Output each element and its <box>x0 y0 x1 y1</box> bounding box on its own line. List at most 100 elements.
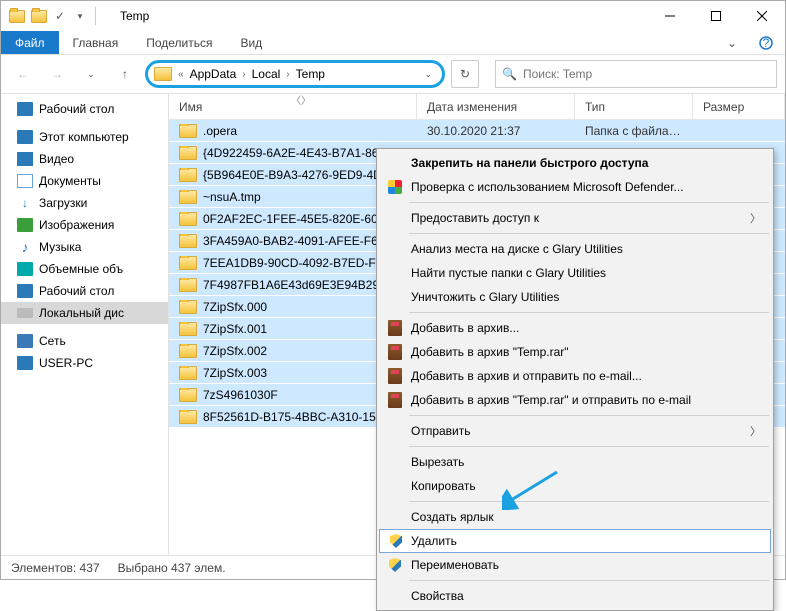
tab-share[interactable]: Поделиться <box>132 31 226 54</box>
3d-icon <box>17 262 33 276</box>
navigation-tree[interactable]: Рабочий стол Этот компьютер Видео Докуме… <box>1 94 169 555</box>
tree-images[interactable]: Изображения <box>1 214 168 236</box>
folder-icon <box>179 124 197 138</box>
folder-icon <box>179 212 197 226</box>
chevron-left-icon[interactable]: « <box>176 69 186 80</box>
ribbon-tabs: Файл Главная Поделиться Вид ⌄ ? <box>1 31 785 55</box>
help-button[interactable]: ? <box>747 31 785 54</box>
desktop-icon <box>17 284 33 298</box>
rar-icon <box>387 368 403 384</box>
tab-view[interactable]: Вид <box>226 31 276 54</box>
qat-check-icon[interactable]: ✓ <box>53 9 67 23</box>
column-date[interactable]: Дата изменения <box>417 94 575 119</box>
desktop-icon <box>17 102 33 116</box>
ctx-shortcut[interactable]: Создать ярлык <box>379 505 771 529</box>
ctx-send[interactable]: Отправить〉 <box>379 419 771 443</box>
tree-userpc[interactable]: USER-PC <box>1 352 168 374</box>
file-type: Папка с файлами <box>575 124 693 138</box>
file-name: 7ZipSfx.002 <box>203 344 267 358</box>
ctx-separator <box>409 580 769 581</box>
ctx-rar-temp-mail[interactable]: Добавить в архив "Temp.rar" и отправить … <box>379 388 771 412</box>
rar-icon <box>387 344 403 360</box>
ctx-rename[interactable]: Переименовать <box>379 553 771 577</box>
file-name: 3FA459A0-BAB2-4091-AFEE-F65D <box>203 234 393 248</box>
ctx-separator <box>409 312 769 313</box>
chevron-right-icon[interactable]: › <box>284 69 291 80</box>
ribbon-expand-icon[interactable]: ⌄ <box>717 31 747 54</box>
breadcrumb-local[interactable]: Local <box>252 67 281 81</box>
address-bar[interactable]: « AppData › Local › Temp ⌄ <box>145 60 445 88</box>
refresh-button[interactable]: ↻ <box>451 60 479 88</box>
column-type[interactable]: Тип <box>575 94 693 119</box>
breadcrumb-temp[interactable]: Temp <box>296 67 325 81</box>
file-name: 7ZipSfx.003 <box>203 366 267 380</box>
pc-icon <box>17 130 33 144</box>
recent-dropdown[interactable]: ⌄ <box>77 60 105 88</box>
search-box[interactable]: 🔍 <box>495 60 777 88</box>
submenu-arrow-icon: 〉 <box>750 423 761 439</box>
maximize-button[interactable] <box>693 1 739 31</box>
ctx-defender[interactable]: Проверка с использованием Microsoft Defe… <box>379 175 771 199</box>
file-name: 7EEA1DB9-90CD-4092-B7ED-FBA <box>203 256 392 270</box>
folder-icon <box>179 234 197 248</box>
tree-localdisk[interactable]: Локальный дис <box>1 302 168 324</box>
forward-button[interactable]: → <box>43 60 71 88</box>
ctx-cut[interactable]: Вырезать <box>379 450 771 474</box>
ctx-rar-add[interactable]: Добавить в архив... <box>379 316 771 340</box>
column-size[interactable]: Размер <box>693 94 785 119</box>
back-button[interactable]: ← <box>9 60 37 88</box>
shield-icon <box>387 557 403 573</box>
tab-home[interactable]: Главная <box>59 31 133 54</box>
ctx-properties[interactable]: Свойства <box>379 584 771 608</box>
folder-icon <box>179 168 197 182</box>
table-row[interactable]: .opera 30.10.2020 21:37Папка с файлами <box>169 120 785 142</box>
tree-3dobjects[interactable]: Объемные объ <box>1 258 168 280</box>
music-icon: ♪ <box>17 240 33 254</box>
ctx-separator <box>409 202 769 203</box>
column-gripper-icon[interactable]: 〈〉 <box>291 92 311 107</box>
network-icon <box>17 334 33 348</box>
window-title: Temp <box>106 9 647 23</box>
file-date: 30.10.2020 21:37 <box>417 124 575 138</box>
address-dropdown-icon[interactable]: ⌄ <box>420 69 436 80</box>
minimize-button[interactable] <box>647 1 693 31</box>
ctx-delete[interactable]: Удалить <box>379 529 771 553</box>
defender-icon <box>387 179 403 195</box>
folder-icon <box>179 366 197 380</box>
tree-thispc[interactable]: Этот компьютер <box>1 126 168 148</box>
ctx-separator <box>409 233 769 234</box>
ctx-glary-destroy[interactable]: Уничтожить с Glary Utilities <box>379 285 771 309</box>
folder-icon <box>179 388 197 402</box>
ctx-glary-analyze[interactable]: Анализ места на диске с Glary Utilities <box>379 237 771 261</box>
folder-icon <box>179 278 197 292</box>
file-name: 0F2AF2EC-1FEE-45E5-820E-60DBF <box>203 212 402 226</box>
tree-desktop2[interactable]: Рабочий стол <box>1 280 168 302</box>
search-input[interactable] <box>523 67 770 81</box>
ctx-grant-access[interactable]: Предоставить доступ к〉 <box>379 206 771 230</box>
chevron-right-icon[interactable]: › <box>240 69 247 80</box>
rar-icon <box>387 392 403 408</box>
qat-open-icon[interactable] <box>31 10 47 23</box>
tab-file[interactable]: Файл <box>1 31 59 54</box>
ctx-rar-temp[interactable]: Добавить в архив "Temp.rar" <box>379 340 771 364</box>
ctx-copy[interactable]: Копировать <box>379 474 771 498</box>
file-name: .opera <box>203 124 237 138</box>
context-menu: Закрепить на панели быстрого доступа Про… <box>376 148 774 611</box>
tree-network[interactable]: Сеть <box>1 330 168 352</box>
folder-icon <box>179 410 197 424</box>
ctx-rar-mail[interactable]: Добавить в архив и отправить по e-mail..… <box>379 364 771 388</box>
file-name: {4D922459-6A2E-4E43-B7A1-8687 <box>203 146 392 160</box>
ctx-separator <box>409 415 769 416</box>
ctx-glary-empty[interactable]: Найти пустые папки с Glary Utilities <box>379 261 771 285</box>
tree-music[interactable]: ♪Музыка <box>1 236 168 258</box>
up-button[interactable]: ↑ <box>111 60 139 88</box>
breadcrumb-appdata[interactable]: AppData <box>190 67 237 81</box>
close-button[interactable] <box>739 1 785 31</box>
qat-dropdown-icon[interactable]: ▾ <box>73 9 87 23</box>
tree-downloads[interactable]: ↓Загрузки <box>1 192 168 214</box>
tree-desktop[interactable]: Рабочий стол <box>1 98 168 120</box>
tree-documents[interactable]: Документы <box>1 170 168 192</box>
tree-video[interactable]: Видео <box>1 148 168 170</box>
ctx-pin[interactable]: Закрепить на панели быстрого доступа <box>379 151 771 175</box>
ctx-separator <box>409 501 769 502</box>
